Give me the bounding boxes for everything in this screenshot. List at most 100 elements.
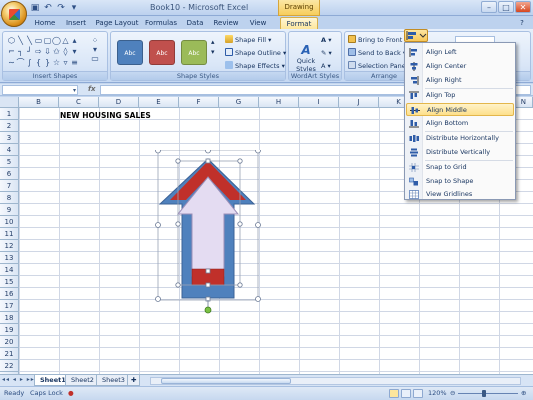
text-fill-icon[interactable]: A ▾ (321, 35, 332, 45)
zoom-slider-handle[interactable] (482, 390, 486, 397)
row-header[interactable]: 14 (0, 264, 19, 276)
shape-freeform-icon[interactable]: ∫ (25, 57, 34, 68)
row-header[interactable]: 15 (0, 276, 19, 288)
row-header[interactable]: 7 (0, 180, 19, 192)
style-gallery-scroll[interactable]: ▴ ▾ (211, 37, 215, 56)
row-header[interactable]: 22 (0, 360, 19, 372)
row-header[interactable]: 10 (0, 216, 19, 228)
sheet-tab-sheet3[interactable]: Sheet3 (96, 375, 131, 386)
tab-view[interactable]: View (246, 17, 270, 29)
shape-style-red[interactable]: Abc (149, 40, 175, 65)
column-header[interactable]: B (19, 97, 59, 108)
edit-shape-icon[interactable]: ⁘ ▾ ▭ (87, 36, 103, 68)
row-header[interactable]: 6 (0, 168, 19, 180)
shape-outline-button[interactable]: Shape Outline ▾ (225, 48, 286, 58)
row-header[interactable]: 12 (0, 240, 19, 252)
minimize-button[interactable]: – (481, 1, 497, 13)
menu-align-center[interactable]: Align Center (406, 60, 514, 73)
shape-callout-icon[interactable]: ◊ (61, 46, 70, 57)
zoom-out-icon[interactable]: ⊖ (450, 387, 455, 400)
column-header[interactable]: D (99, 97, 139, 108)
shape-more-icon[interactable]: ≡ (70, 57, 79, 68)
help-icon[interactable]: ? (515, 17, 529, 29)
column-header[interactable]: H (259, 97, 299, 108)
menu-align-left[interactable]: Align Left (406, 46, 514, 59)
row-header[interactable]: 16 (0, 288, 19, 300)
shape-curve-icon[interactable]: ∼ (7, 57, 16, 68)
row-header[interactable]: 18 (0, 312, 19, 324)
tab-review[interactable]: Review (212, 17, 240, 29)
tab-page-layout[interactable]: Page Layout (94, 17, 140, 29)
row-header[interactable]: 8 (0, 192, 19, 204)
tab-insert[interactable]: Insert (62, 17, 90, 29)
horizontal-scrollbar[interactable] (150, 377, 521, 385)
menu-snap-to-grid[interactable]: Snap to Grid (406, 161, 514, 174)
menu-align-top[interactable]: Align Top (406, 89, 514, 102)
normal-view-button[interactable] (389, 389, 399, 398)
bring-to-front-button[interactable]: Bring to Front ▾ (348, 35, 408, 45)
row-header[interactable]: 1 (0, 108, 19, 120)
qat-customize-icon[interactable]: ▾ (69, 3, 79, 13)
row-header[interactable]: 19 (0, 324, 19, 336)
shape-more-icon[interactable]: ▴ (70, 35, 79, 46)
menu-align-right[interactable]: Align Right (406, 74, 514, 87)
page-layout-view-button[interactable] (401, 389, 411, 398)
tab-formulas[interactable]: Formulas (143, 17, 179, 29)
tab-home[interactable]: Home (32, 17, 58, 29)
macro-record-icon[interactable]: ● (68, 387, 74, 400)
shape-more-icon[interactable]: ▾ (70, 46, 79, 57)
shape-line-icon[interactable]: ╲ (25, 35, 34, 46)
select-all-corner[interactable] (0, 97, 19, 108)
row-header[interactable]: 3 (0, 132, 19, 144)
shape-hexagon-icon[interactable]: ⬡ (7, 35, 16, 46)
shape-brace-icon[interactable]: { (34, 57, 43, 68)
shape-brace-icon[interactable]: } (43, 57, 52, 68)
insert-sheet-icon[interactable]: ✚ (127, 375, 141, 386)
rotation-handle[interactable] (204, 306, 212, 314)
menu-align-middle[interactable]: Align Middle (406, 103, 514, 116)
shape-fill-button[interactable]: Shape Fill ▾ (225, 35, 271, 45)
selected-arrow-shapes[interactable] (150, 150, 262, 316)
page-break-view-button[interactable] (413, 389, 423, 398)
menu-view-gridlines[interactable]: View Gridlines (406, 188, 514, 201)
save-icon[interactable]: ▣ (30, 3, 40, 13)
row-header[interactable]: 4 (0, 144, 19, 156)
shape-rounded-rect-icon[interactable]: ▢ (43, 35, 52, 46)
row-header[interactable]: 20 (0, 336, 19, 348)
row-header[interactable]: 2 (0, 120, 19, 132)
shape-line-icon[interactable]: ╲ (16, 35, 25, 46)
row-header[interactable]: 9 (0, 204, 19, 216)
row-header[interactable]: 17 (0, 300, 19, 312)
undo-icon[interactable]: ↶ (43, 3, 53, 13)
sheet-tab-sheet2[interactable]: Sheet2 (65, 375, 100, 386)
shape-style-blue[interactable]: Abc (117, 40, 143, 65)
close-button[interactable]: ✕ (515, 1, 531, 13)
menu-snap-to-shape[interactable]: Snap to Shape (406, 175, 514, 188)
shape-arrow-icon[interactable]: ⇩ (43, 46, 52, 57)
column-header[interactable]: J (339, 97, 379, 108)
scrollbar-thumb[interactable] (161, 378, 291, 384)
menu-distribute-horizontally[interactable]: Distribute Horizontally (406, 132, 514, 145)
shape-effects-button[interactable]: Shape Effects ▾ (225, 61, 285, 71)
insert-function-icon[interactable]: fx (88, 85, 96, 93)
shape-corner-icon[interactable]: ⌐ (7, 46, 16, 57)
shape-connector-icon[interactable]: ┘ (25, 46, 34, 57)
name-box[interactable]: ▾ (2, 85, 78, 95)
row-header[interactable]: 21 (0, 348, 19, 360)
zoom-level[interactable]: 120% (428, 387, 447, 400)
row-header[interactable]: 13 (0, 252, 19, 264)
selection-pane-button[interactable]: Selection Pane (348, 61, 406, 71)
align-button[interactable] (404, 29, 428, 42)
column-header[interactable]: E (139, 97, 179, 108)
shape-star-icon[interactable]: ☆ (52, 57, 61, 68)
chevron-down-icon[interactable]: ▾ (73, 86, 76, 95)
shape-arrow-icon[interactable]: ⇨ (34, 46, 43, 57)
tab-data[interactable]: Data (184, 17, 206, 29)
shape-connector-icon[interactable]: ┐ (16, 46, 25, 57)
shape-rectangle-icon[interactable]: ▭ (34, 35, 43, 46)
shape-oval-icon[interactable]: ◯ (52, 35, 61, 46)
shapes-gallery[interactable]: ⬡ ╲ ╲ ▭ ▢ ◯ △ ▴ ⌐ ┐ ┘ ⇨ ⇩ ✩ ◊ ▾ ∼ ⌒ ∫{} ☆ ▿ ≡ (7, 35, 83, 69)
column-header[interactable]: G (219, 97, 259, 108)
send-to-back-button[interactable]: Send to Back ▾ (348, 48, 406, 58)
shape-star-icon[interactable]: ✩ (52, 46, 61, 57)
